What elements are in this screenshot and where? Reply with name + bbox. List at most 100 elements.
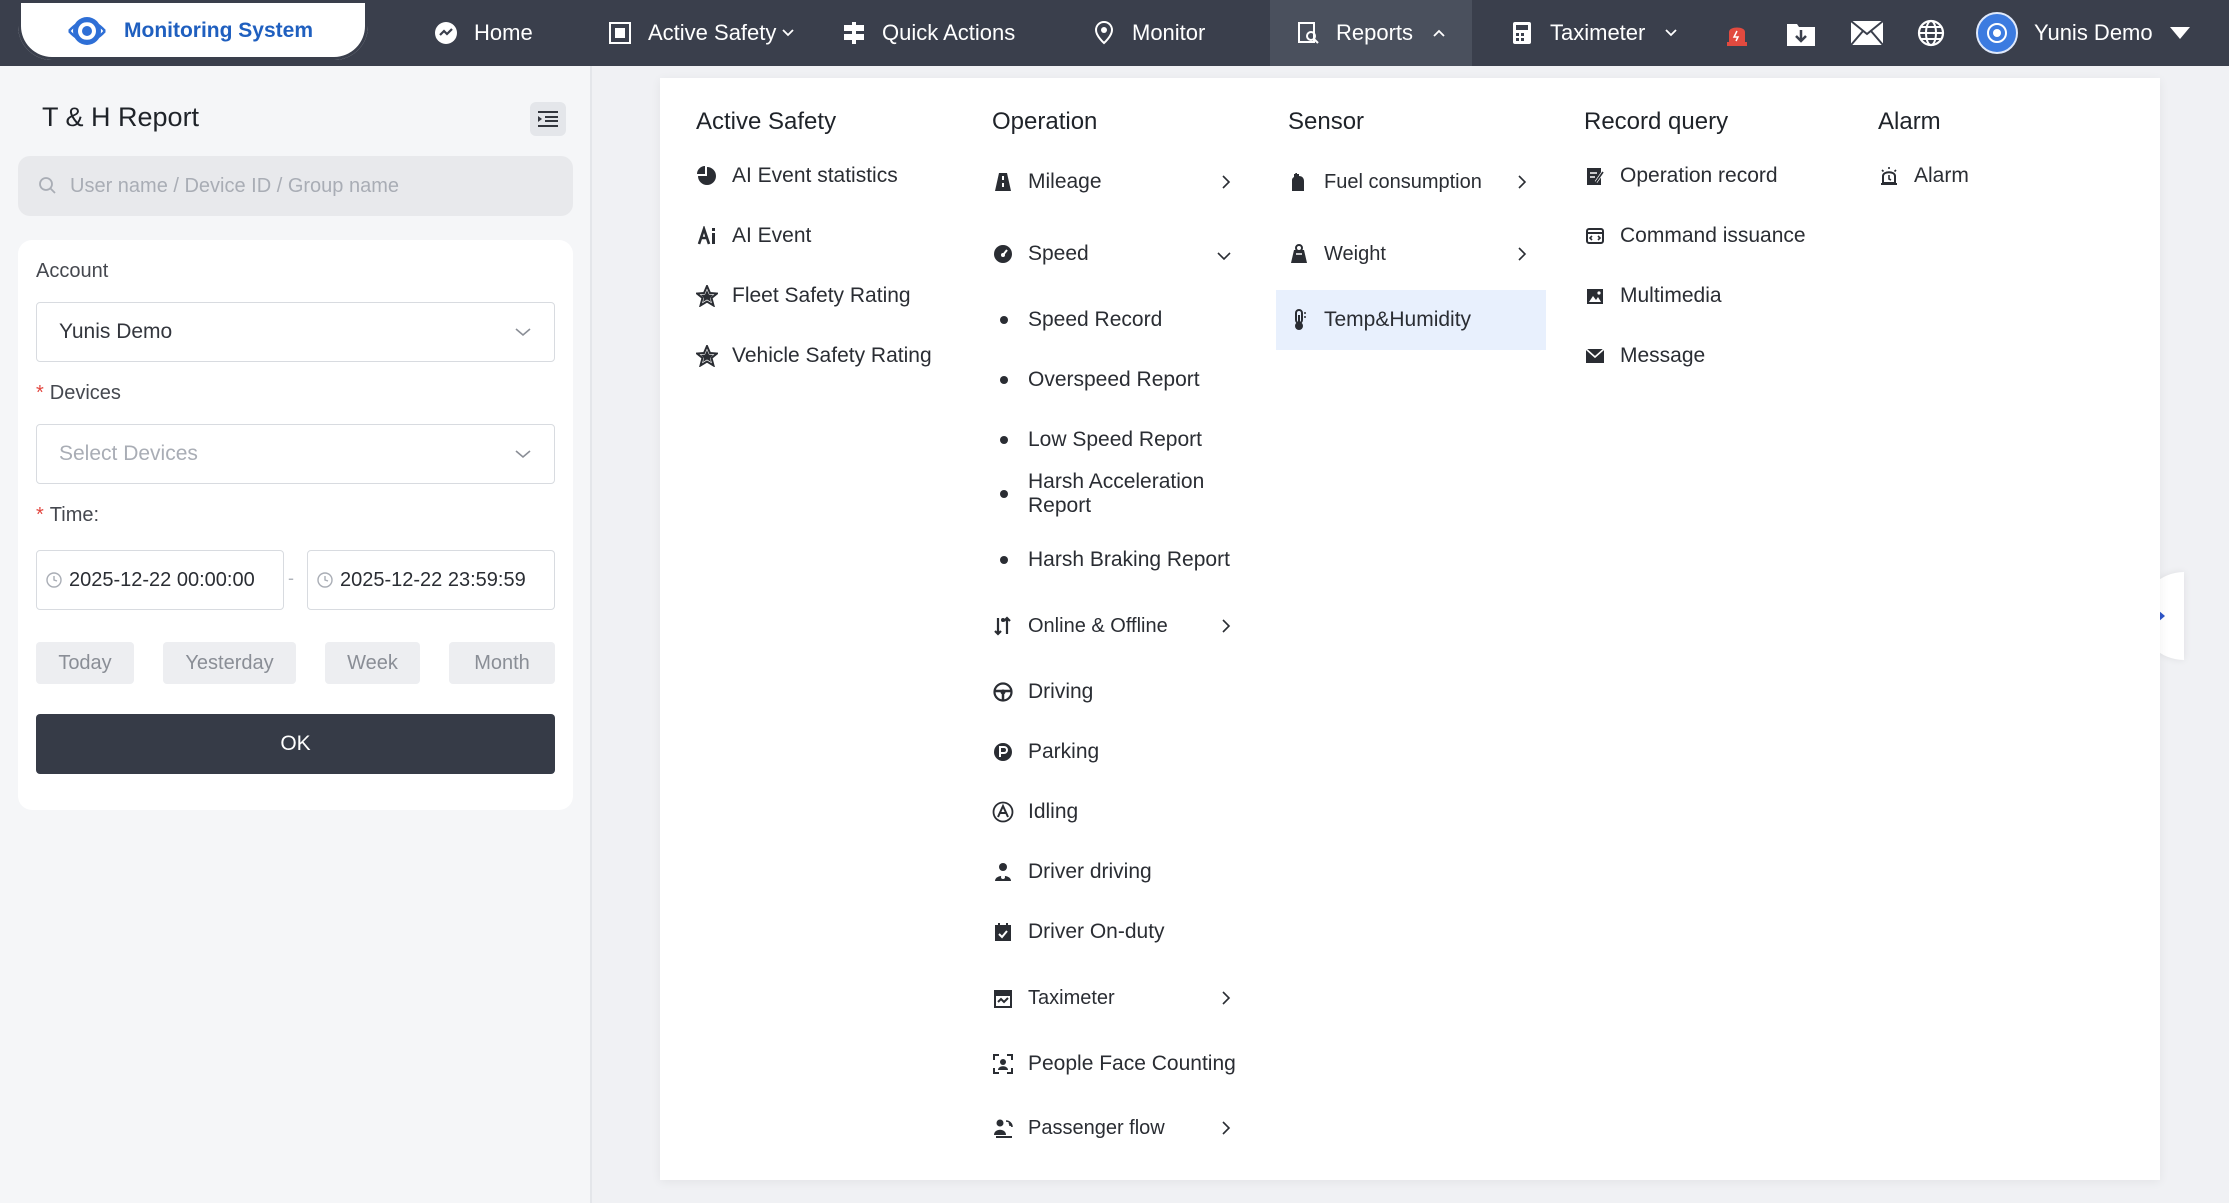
yesterday-button[interactable]: Yesterday (163, 642, 296, 684)
online-offline-icon (992, 615, 1014, 637)
report-search-icon (1294, 19, 1322, 47)
nav-home[interactable]: Home (432, 0, 533, 66)
menu-message[interactable]: Message (1584, 336, 1705, 376)
menu-driver-driving[interactable]: Driver driving (992, 852, 1152, 892)
menu-item-label: Fuel consumption (1324, 170, 1482, 193)
menu-overspeed-report[interactable]: Overspeed Report (992, 360, 1200, 400)
menu-temp-humidity[interactable]: Temp&Humidity (1276, 290, 1546, 350)
menu-online-offline[interactable]: Online & Offline (992, 606, 1232, 646)
menu-people-face-counting[interactable]: People Face Counting (992, 1044, 1236, 1084)
devices-select[interactable]: Select Devices (36, 424, 555, 484)
menu-item-label: Driver On-duty (1028, 920, 1165, 943)
record-query-column-title: Record query (1584, 108, 1729, 135)
menu-fuel-consumption[interactable]: Fuel consumption (1288, 162, 1528, 202)
menu-command-issuance[interactable]: Command issuance (1584, 216, 1806, 256)
menu-idling[interactable]: Idling (992, 792, 1078, 832)
bullet-icon (1000, 490, 1008, 498)
nav-quick-actions[interactable]: Quick Actions (840, 0, 1015, 66)
bullet-icon (1000, 436, 1008, 444)
alarm-light-icon[interactable] (1720, 16, 1754, 50)
chevron-down-icon (515, 328, 531, 337)
chevron-right-icon (1222, 991, 1231, 1005)
menu-item-label: Mileage (1028, 170, 1102, 193)
menu-item-label: Speed (1028, 242, 1089, 265)
globe-shield-icon (68, 17, 106, 45)
menu-low-speed-report[interactable]: Low Speed Report (992, 420, 1202, 460)
menu-item-label: Low Speed Report (1028, 428, 1202, 451)
menu-alarm[interactable]: Alarm (1878, 156, 1969, 196)
menu-item-label: Driving (1028, 680, 1094, 703)
nav-taximeter[interactable]: Taximeter (1508, 0, 1679, 66)
road-icon (992, 171, 1014, 193)
reports-dropdown-menu: Active Safety AI Event statistics AI Eve… (660, 78, 2160, 1180)
menu-parking[interactable]: Parking (992, 732, 1099, 772)
devices-label-text: Devices (49, 382, 121, 404)
menu-multimedia[interactable]: Multimedia (1584, 276, 1722, 316)
nav-reports[interactable]: Reports (1270, 0, 1472, 66)
menu-item-label: Overspeed Report (1028, 368, 1200, 391)
collapse-panel-button[interactable] (530, 102, 566, 136)
clock-icon (317, 572, 333, 588)
chevron-up-icon (1433, 29, 1445, 37)
menu-vehicle-safety-rating[interactable]: Vehicle Safety Rating (696, 336, 932, 376)
menu-ai-event-statistics[interactable]: AI Event statistics (696, 156, 898, 196)
brand-logo-area[interactable]: Monitoring System (18, 0, 368, 60)
time-label-text: Time: (49, 504, 100, 526)
menu-driver-on-duty[interactable]: Driver On-duty (992, 912, 1165, 952)
required-asterisk: * (36, 382, 44, 404)
menu-item-label: Idling (1028, 800, 1079, 823)
menu-operation-record[interactable]: Operation record (1584, 156, 1778, 196)
search-placeholder: User name / Device ID / Group name (70, 174, 400, 197)
command-icon (1584, 225, 1606, 247)
menu-item-label: Harsh Braking Report (1028, 548, 1230, 571)
chevron-right-icon (1518, 175, 1527, 189)
devices-placeholder: Select Devices (59, 442, 198, 465)
menu-item-label: Harsh Acceleration Report (1028, 470, 1205, 517)
week-button[interactable]: Week (325, 642, 420, 684)
calculator-icon (1508, 19, 1536, 47)
search-input[interactable]: User name / Device ID / Group name (18, 156, 573, 216)
today-button[interactable]: Today (36, 642, 134, 684)
menu-harsh-braking-report[interactable]: Harsh Braking Report (992, 540, 1230, 580)
menu-speed[interactable]: Speed (992, 234, 1232, 274)
month-button[interactable]: Month (449, 642, 555, 684)
edit-document-icon (1584, 165, 1606, 187)
search-icon (39, 177, 56, 194)
mail-icon[interactable] (1850, 16, 1884, 50)
menu-passenger-flow[interactable]: Passenger flow (992, 1108, 1232, 1148)
active-safety-column-title: Active Safety (696, 108, 837, 135)
menu-item-label: Temp&Humidity (1324, 308, 1472, 331)
location-pin-icon (1090, 19, 1118, 47)
menu-weight[interactable]: Weight (1288, 234, 1528, 274)
account-label: Account (36, 260, 109, 282)
menu-mileage[interactable]: Mileage (992, 162, 1232, 202)
menu-driving[interactable]: Driving (992, 672, 1093, 712)
end-time-input[interactable]: 2025-12-22 23:59:59 (307, 550, 555, 610)
menu-ai-event[interactable]: AI Event (696, 216, 811, 256)
nav-monitor[interactable]: Monitor (1090, 0, 1205, 66)
report-filter-panel: T & H Report User name / Device ID / Gro… (0, 66, 592, 1203)
filter-form: Account Yunis Demo * Devices Select Devic… (18, 240, 573, 810)
menu-collapse-icon (538, 111, 558, 127)
language-globe-icon[interactable] (1914, 16, 1948, 50)
chevron-down-icon (1217, 252, 1231, 261)
menu-item-label: Taximeter (1028, 986, 1115, 1009)
nav-taximeter-label: Taximeter (1550, 20, 1646, 45)
bullet-icon (1000, 316, 1008, 324)
menu-fleet-safety-rating[interactable]: Fleet Safety Rating (696, 276, 911, 316)
menu-speed-record[interactable]: Speed Record (992, 300, 1162, 340)
nav-reports-label: Reports (1336, 20, 1414, 45)
menu-harsh-acceleration-report[interactable]: Harsh Acceleration Report (992, 468, 1232, 520)
menu-item-label: Operation record (1620, 164, 1778, 187)
nav-active-safety[interactable]: Active Safety (606, 0, 796, 66)
user-menu[interactable]: Yunis Demo (1976, 0, 2191, 66)
account-select[interactable]: Yunis Demo (36, 302, 555, 362)
start-time-input[interactable]: 2025-12-22 00:00:00 (36, 550, 284, 610)
ok-button[interactable]: OK (36, 714, 555, 774)
menu-taximeter[interactable]: Taximeter (992, 978, 1232, 1018)
parking-icon (992, 741, 1014, 763)
steering-wheel-icon (992, 681, 1014, 703)
menu-item-label: Parking (1028, 740, 1100, 763)
sensor-column-title: Sensor (1288, 108, 1365, 135)
download-icon[interactable] (1784, 16, 1818, 50)
